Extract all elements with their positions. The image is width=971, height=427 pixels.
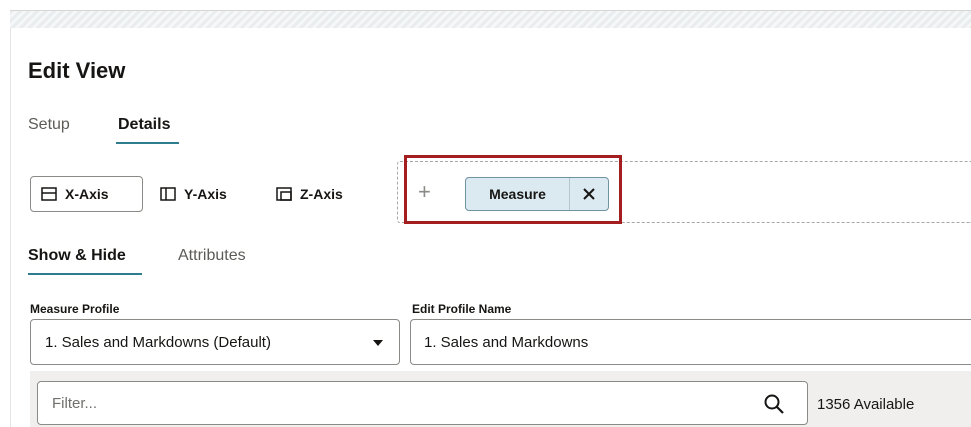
edit-profile-name-value: 1. Sales and Markdowns [424,333,589,351]
x-axis-button[interactable]: X-Axis [30,176,143,212]
z-axis-label: Z-Axis [300,186,343,202]
filter-input[interactable]: Filter... [37,381,808,425]
y-axis-label: Y-Axis [184,186,227,202]
callout-highlight-box [404,155,622,224]
edit-view-panel [10,28,971,427]
page-title: Edit View [28,58,126,83]
search-icon[interactable] [763,393,785,415]
edit-profile-name-label: Edit Profile Name [412,302,512,316]
y-axis-layout-icon [160,186,176,202]
x-axis-label: X-Axis [65,186,109,202]
subtab-show-hide[interactable]: Show & Hide [28,247,126,265]
tab-details-indicator [116,142,179,144]
measure-profile-label: Measure Profile [30,302,120,316]
window-top-band [10,10,971,28]
chevron-down-icon[interactable] [373,340,383,346]
subtab-attributes[interactable]: Attributes [178,247,246,265]
subtab-show-hide-indicator [28,273,142,275]
tab-setup[interactable]: Setup [28,116,70,134]
measure-profile-value: 1. Sales and Markdowns (Default) [45,333,271,351]
measure-profile-select[interactable]: 1. Sales and Markdowns (Default) [30,319,400,365]
edit-profile-name-input[interactable]: 1. Sales and Markdowns [410,319,971,365]
x-axis-layout-icon [41,186,57,202]
available-count: 1356 Available [817,396,915,413]
filter-placeholder: Filter... [52,394,98,412]
z-axis-button[interactable]: Z-Axis [266,176,353,212]
tab-details[interactable]: Details [118,116,170,134]
z-axis-layout-icon [276,186,292,202]
y-axis-button[interactable]: Y-Axis [150,176,237,212]
